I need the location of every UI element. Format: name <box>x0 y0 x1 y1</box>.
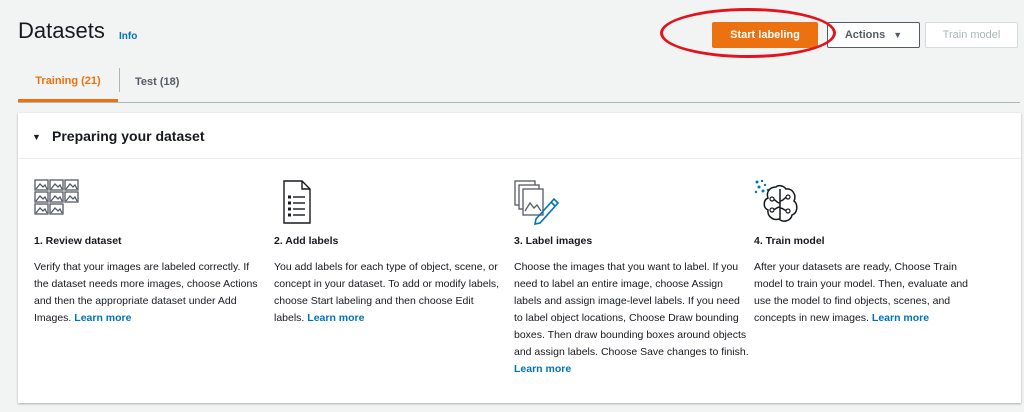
brain-network-icon <box>754 179 798 222</box>
page-title: Datasets <box>18 18 105 43</box>
learn-more-link[interactable]: Learn more <box>514 363 571 375</box>
actions-label: Actions <box>844 29 886 41</box>
step-description: You add labels for each type of object, … <box>274 259 506 327</box>
info-link[interactable]: Info <box>119 31 137 42</box>
document-list-icon <box>283 180 311 224</box>
step-add-labels: 2. Add labels You add labels for each ty… <box>274 179 506 324</box>
step-description: Verify that your images are labeled corr… <box>34 259 266 327</box>
train-model-button[interactable]: Train model <box>925 22 1018 48</box>
step-label-images: 3. Label images Choose the images that y… <box>514 179 749 375</box>
learn-more-link[interactable]: Learn more <box>307 312 364 324</box>
step-title: 3. Label images <box>514 235 593 247</box>
actions-dropdown-button[interactable]: Actions ▼ <box>827 22 920 48</box>
preparing-dataset-panel: ▼ Preparing your dataset 1. Review datas… <box>18 113 1021 403</box>
step-text: Verify that your images are labeled corr… <box>34 261 258 324</box>
start-labeling-button[interactable]: Start labeling <box>712 22 818 48</box>
step-text: After your datasets are ready, Choose Tr… <box>754 261 969 324</box>
label-images-pencil-icon <box>514 180 560 226</box>
image-grid-icon <box>34 179 79 215</box>
step-text: Choose the images that you want to label… <box>514 261 749 358</box>
step-description: Choose the images that you want to label… <box>514 259 750 378</box>
tab-training[interactable]: Training (21) <box>18 62 118 102</box>
learn-more-link[interactable]: Learn more <box>74 312 131 324</box>
step-title: 4. Train model <box>754 235 825 247</box>
tab-test[interactable]: Test (18) <box>135 62 179 101</box>
step-title: 2. Add labels <box>274 235 339 247</box>
panel-header-toggle[interactable]: ▼ Preparing your dataset <box>18 113 1021 159</box>
tab-divider <box>119 68 120 92</box>
caret-down-icon: ▼ <box>893 30 903 40</box>
step-title: 1. Review dataset <box>34 235 122 247</box>
panel-title: Preparing your dataset <box>52 128 205 144</box>
learn-more-link[interactable]: Learn more <box>872 312 929 324</box>
step-train-model: 4. Train model After your datasets are r… <box>754 179 986 324</box>
caret-down-icon: ▼ <box>32 132 41 142</box>
step-description: After your datasets are ready, Choose Tr… <box>754 259 986 327</box>
dataset-tabs: Training (21) Test (18) <box>18 62 1020 103</box>
step-review-dataset: 1. Review dataset Verify that your image… <box>34 179 266 324</box>
